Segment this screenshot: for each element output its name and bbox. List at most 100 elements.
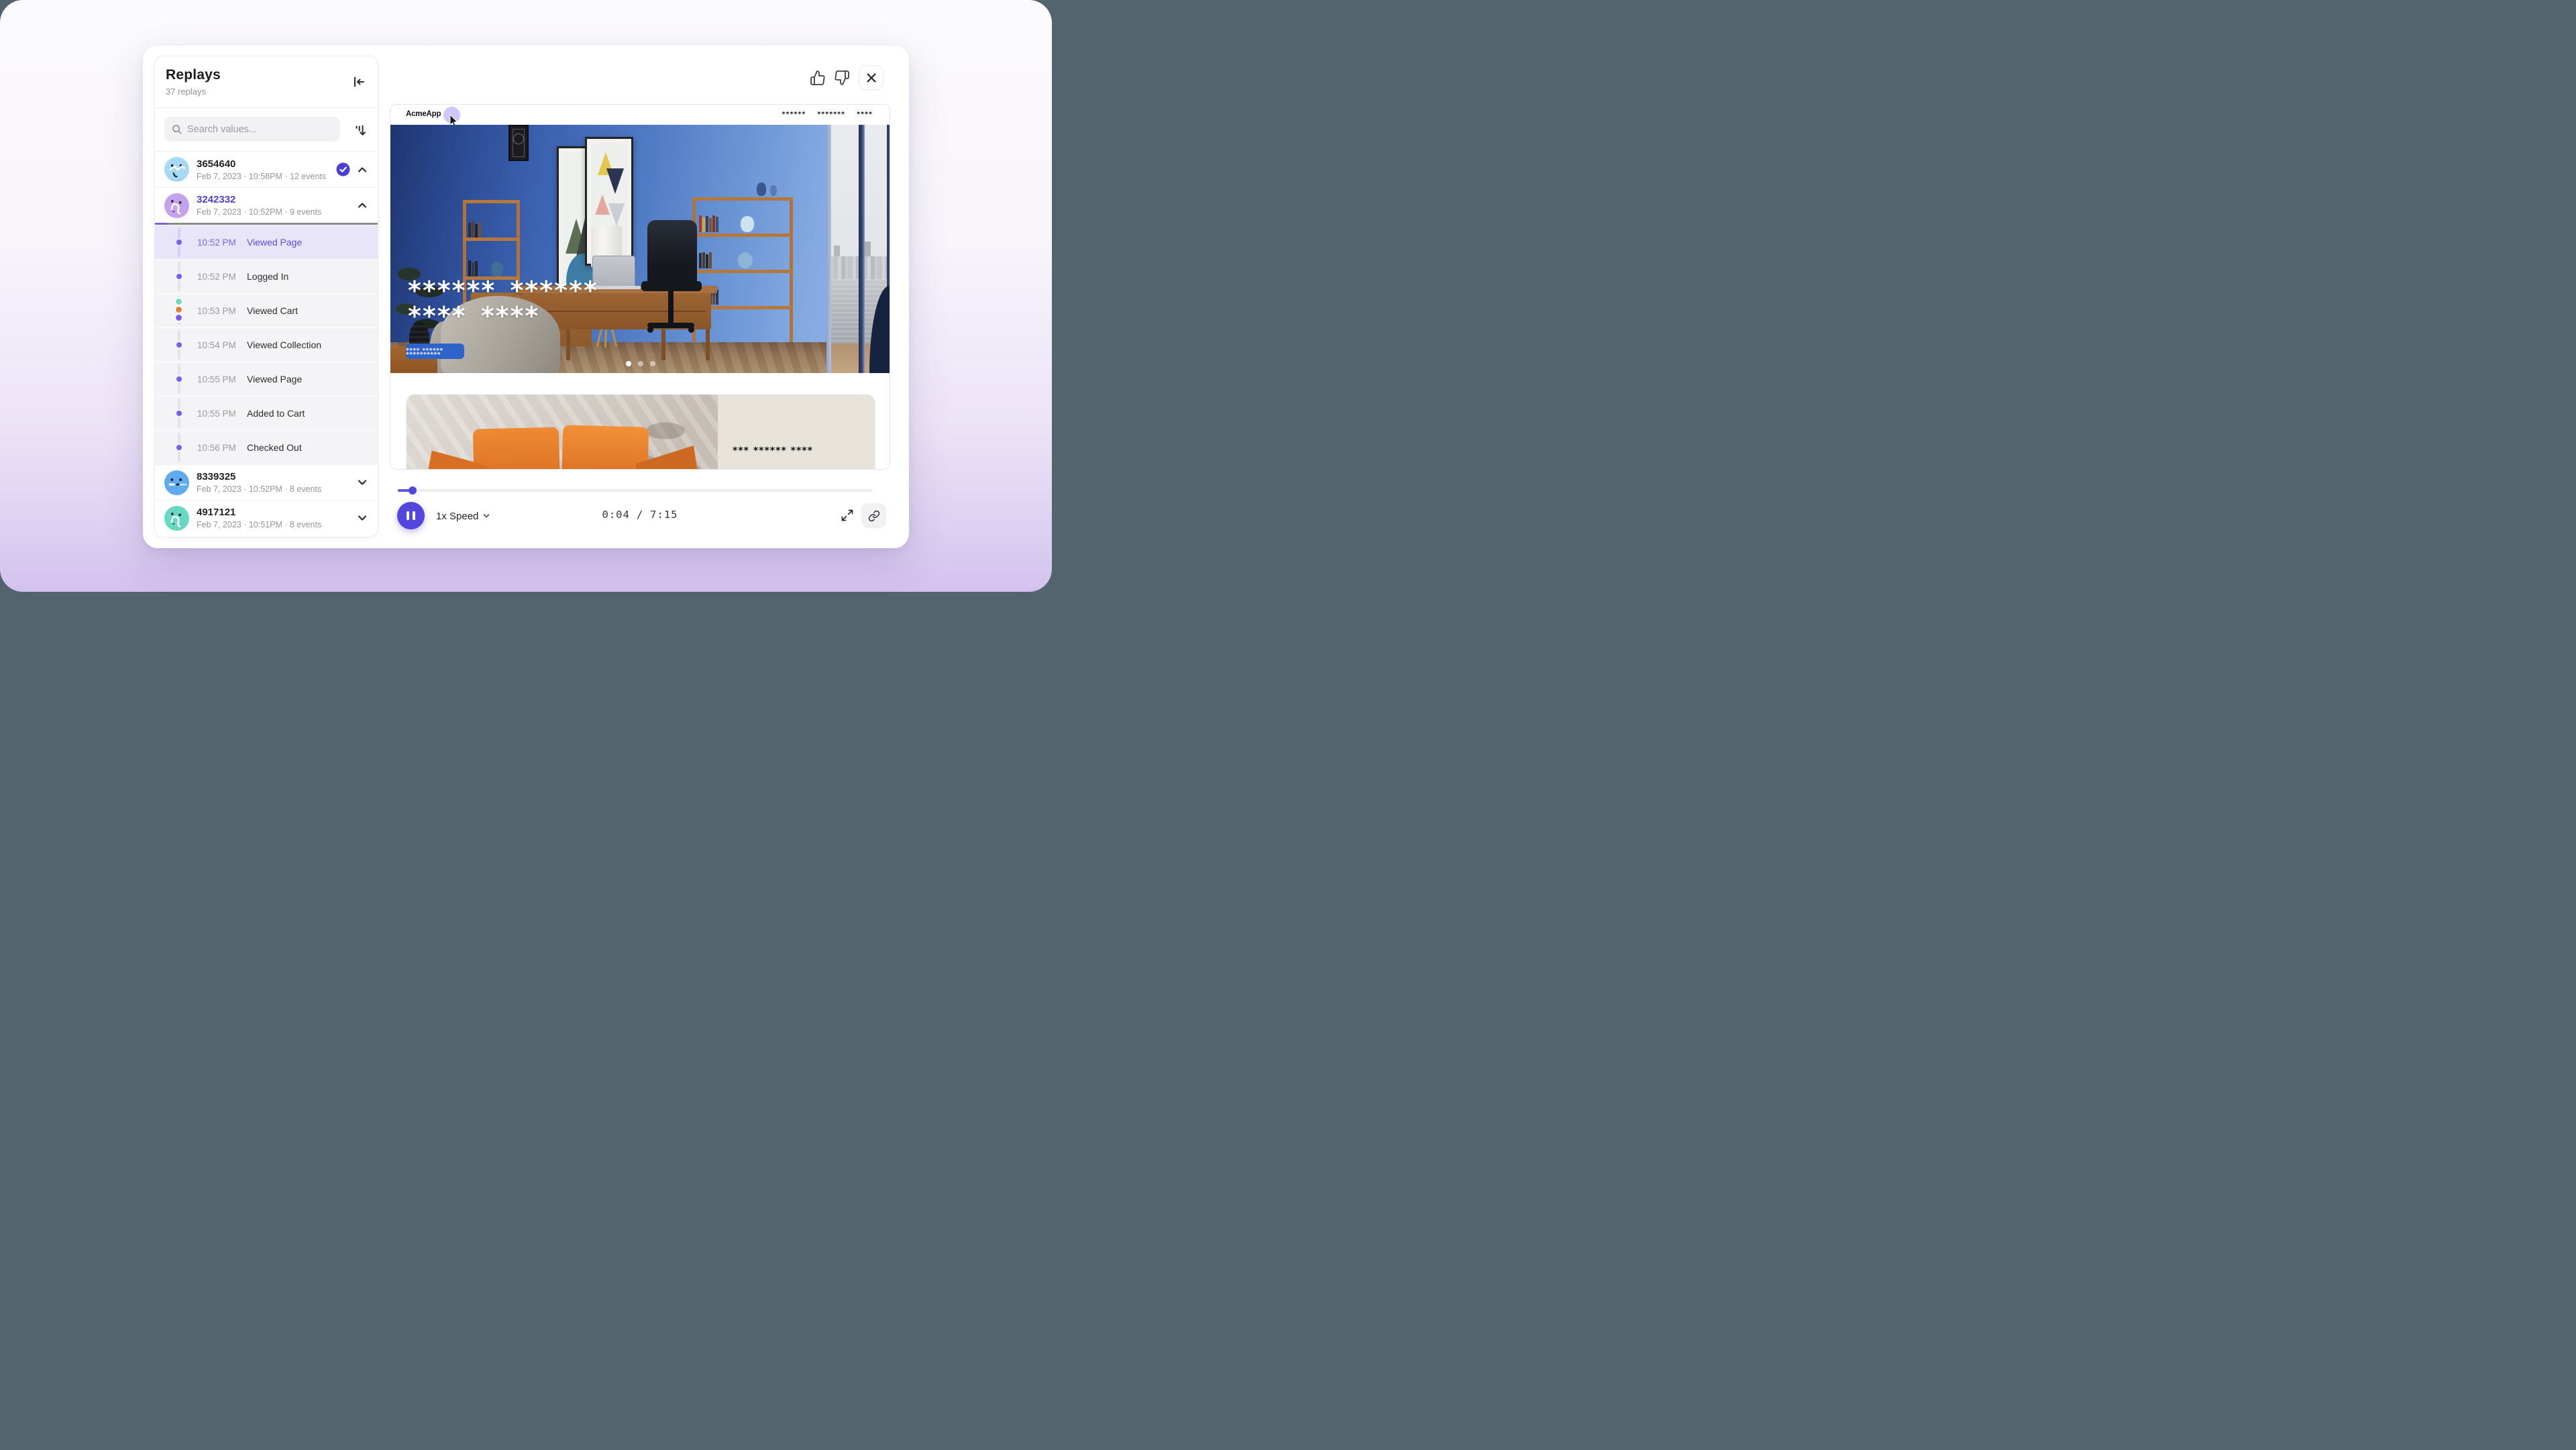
event-row-added-to-cart[interactable]: 10:55 PM Added to Cart xyxy=(155,396,378,430)
event-row-logged-in[interactable]: 10:52 PM Logged In xyxy=(155,259,378,293)
session-meta: Feb 7, 2023 · 10:51PM · 8 events xyxy=(197,520,321,529)
time-separator: / xyxy=(637,509,643,521)
session-info: 4917121 Feb 7, 2023 · 10:51PM · 8 events xyxy=(197,507,321,529)
carousel-dot-active xyxy=(626,361,631,366)
session-meta: Feb 7, 2023 · 10:58PM · 12 events xyxy=(197,172,326,181)
session-info: 8339325 Feb 7, 2023 · 10:52PM · 8 events xyxy=(197,471,321,494)
thumbs-down-button[interactable] xyxy=(834,70,850,86)
total-duration: 7:15 xyxy=(650,509,678,521)
replayed-cta-button: **** ****** ********** xyxy=(406,344,464,359)
carousel-dot xyxy=(650,361,655,366)
event-time: 10:54 PM xyxy=(197,340,240,350)
event-row-checked-out[interactable]: 10:56 PM Checked Out xyxy=(155,430,378,464)
replays-sidebar: Replays 37 replays xyxy=(154,56,378,537)
session-row-3242332[interactable]: 3242332 Feb 7, 2023 · 10:52PM · 9 events xyxy=(155,187,378,223)
event-dot xyxy=(175,409,183,417)
session-id: 8339325 xyxy=(197,471,321,482)
search-icon xyxy=(171,123,182,135)
replayed-hero-image: ****** ****** **** **** **** ****** ****… xyxy=(390,125,890,373)
product-card-panel: *** ****** **** xyxy=(718,395,875,470)
masked-product-text: *** ****** **** xyxy=(733,446,813,456)
event-dot xyxy=(175,375,183,383)
event-time: 10:53 PM xyxy=(197,306,240,316)
avatar xyxy=(164,193,189,218)
session-id: 3654640 xyxy=(197,158,326,170)
current-time: 0:04 xyxy=(602,509,630,521)
event-dot xyxy=(175,272,183,280)
event-dot xyxy=(175,341,183,349)
session-info: 3654640 Feb 7, 2023 · 10:58PM · 12 event… xyxy=(197,158,326,181)
hero-city-skyline xyxy=(826,256,890,279)
collapse-sidebar-button[interactable] xyxy=(351,74,367,90)
seek-bar[interactable] xyxy=(398,489,872,492)
event-label: Viewed Collection xyxy=(247,340,321,350)
replayed-product-card: *** ****** **** xyxy=(407,395,875,470)
chevron-up-icon[interactable] xyxy=(356,164,368,176)
event-time: 10:55 PM xyxy=(197,409,240,419)
hero-office-chair xyxy=(647,220,697,284)
event-time: 10:52 PM xyxy=(197,272,240,282)
search-row xyxy=(155,108,378,151)
event-dot xyxy=(175,444,183,452)
close-icon xyxy=(866,72,877,83)
expand-icon xyxy=(841,509,854,522)
chevron-down-icon[interactable] xyxy=(356,476,368,488)
event-label: Added to Cart xyxy=(247,408,305,419)
event-label: Viewed Page xyxy=(247,237,302,248)
event-row-viewed-page-1[interactable]: 10:52 PM Viewed Page xyxy=(155,225,378,259)
replay-viewport: AcmeApp ****** ******* **** xyxy=(390,104,890,470)
replayed-content-section: *** ****** **** xyxy=(390,373,890,470)
avatar xyxy=(164,506,189,531)
fullscreen-button[interactable] xyxy=(841,509,854,522)
watched-check-badge xyxy=(336,162,350,176)
session-row-8339325[interactable]: 8339325 Feb 7, 2023 · 10:52PM · 8 events xyxy=(155,464,378,500)
event-time: 10:56 PM xyxy=(197,443,240,453)
event-row-viewed-cart[interactable]: 10:53 PM Viewed Cart xyxy=(155,293,378,327)
masked-nav-item: ******* xyxy=(817,111,845,118)
chevron-up-icon[interactable] xyxy=(356,199,368,211)
carousel-dot xyxy=(638,361,643,366)
search-input[interactable] xyxy=(187,124,328,135)
hero-window xyxy=(826,125,890,373)
thumbs-up-icon xyxy=(810,70,826,86)
thumbs-down-icon xyxy=(834,70,850,86)
chevron-down-icon[interactable] xyxy=(356,512,368,524)
sort-descending-icon xyxy=(353,123,368,138)
event-label: Viewed Cart xyxy=(247,305,298,316)
event-row-viewed-page-2[interactable]: 10:55 PM Viewed Page xyxy=(155,362,378,396)
session-meta: Feb 7, 2023 · 10:52PM · 9 events xyxy=(197,207,321,217)
session-id: 4917121 xyxy=(197,507,321,518)
seek-bar-thumb[interactable] xyxy=(409,486,417,495)
link-icon xyxy=(868,510,880,522)
event-row-viewed-collection[interactable]: 10:54 PM Viewed Collection xyxy=(155,327,378,362)
event-dot xyxy=(175,238,183,246)
event-label: Viewed Page xyxy=(247,374,302,384)
carousel-dots xyxy=(619,361,663,366)
masked-hero-heading-line2: **** **** xyxy=(408,306,539,326)
event-time: 10:55 PM xyxy=(197,374,240,384)
masked-nav-item: **** xyxy=(857,111,873,118)
replay-count: 37 replays xyxy=(166,87,367,97)
masked-nav-item: ****** xyxy=(782,111,806,118)
masked-cta-label: **** ****** ********** xyxy=(406,349,464,357)
copy-link-button[interactable] xyxy=(861,503,886,528)
replayed-site-logo: AcmeApp xyxy=(406,110,441,118)
avatar xyxy=(164,157,189,182)
hero-laptop xyxy=(592,256,635,287)
close-button[interactable] xyxy=(859,65,883,90)
sort-button[interactable] xyxy=(352,122,368,138)
event-label: Checked Out xyxy=(247,442,302,453)
sidebar-header: Replays 37 replays xyxy=(155,56,378,107)
session-info: 3242332 Feb 7, 2023 · 10:52PM · 9 events xyxy=(197,194,321,217)
session-row-4917121[interactable]: 4917121 Feb 7, 2023 · 10:51PM · 8 events xyxy=(155,500,378,535)
hero-small-frame xyxy=(508,125,529,161)
sofa-photo xyxy=(407,395,718,470)
session-row-3654640[interactable]: 3654640 Feb 7, 2023 · 10:58PM · 12 event… xyxy=(155,152,378,187)
session-id: 3242332 xyxy=(197,194,321,205)
event-dot-cluster xyxy=(174,298,183,322)
playback-time: 0:04 / 7:15 xyxy=(390,509,890,521)
event-label: Logged In xyxy=(247,271,288,282)
thumbs-up-button[interactable] xyxy=(810,70,826,86)
search-input-box[interactable] xyxy=(164,117,340,142)
collapse-left-icon xyxy=(352,74,366,89)
